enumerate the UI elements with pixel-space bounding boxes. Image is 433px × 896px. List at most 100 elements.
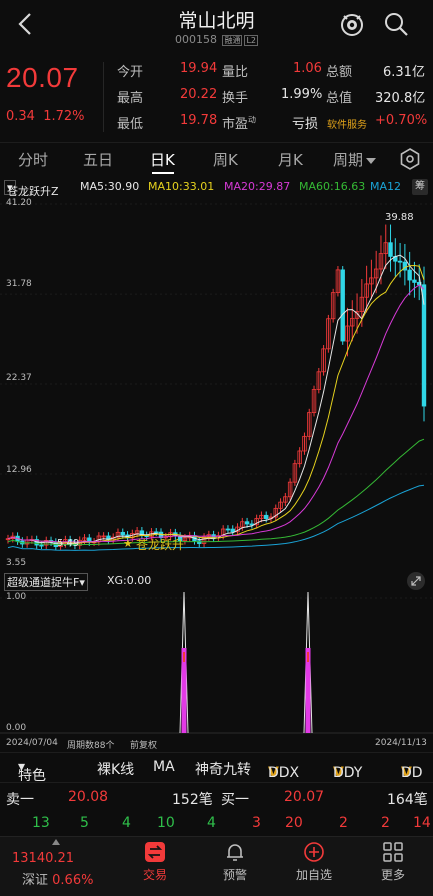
high-value: 20.22: [180, 87, 218, 102]
chevron-down-icon: [366, 157, 377, 164]
chevron-up-icon[interactable]: [52, 839, 60, 845]
nav-add-watchlist[interactable]: 加自选: [284, 841, 344, 883]
tool-ma[interactable]: MA: [153, 759, 175, 775]
tool-featured[interactable]: 特色 ▾: [18, 759, 46, 782]
y-label-3: 22.37: [6, 373, 32, 383]
amount-value: 6.31亿: [383, 65, 425, 80]
indicator-selector[interactable]: 苍龙跃升Z ▾: [4, 180, 59, 196]
tab-five-day[interactable]: 五日: [83, 149, 113, 170]
candle-body: [388, 242, 393, 257]
amount-label: 总额: [326, 65, 353, 80]
sub-y-top: 1.00: [6, 592, 27, 602]
candle-body: [397, 260, 403, 263]
open-value: 19.94: [180, 61, 218, 76]
stock-code: 000158: [174, 33, 217, 46]
nav-trade[interactable]: 交易: [125, 841, 185, 883]
tool-magic-nine[interactable]: 神奇九转: [195, 759, 251, 779]
index-value[interactable]: 13140.21: [12, 851, 74, 866]
sub-indicator-canvas: [0, 591, 433, 734]
tick-count: 4: [122, 815, 131, 831]
sell1-label: 卖一: [6, 792, 34, 808]
nav-alert[interactable]: 预警: [205, 841, 265, 883]
sector-change: +0.70%: [375, 113, 428, 128]
add-circle-icon: [304, 842, 324, 862]
candle-body: [264, 514, 269, 519]
period-tabs: 分时 五日 日K 周K 月K 周期: [0, 142, 433, 174]
volume-ratio-value: 1.06: [293, 61, 322, 76]
tick-count: 10: [157, 815, 175, 831]
order-book: 卖一 20.08 152笔 买一 20.07 164笔 13 5 4 10 4 …: [0, 782, 433, 834]
tab-intraday[interactable]: 分时: [18, 149, 48, 170]
grid-icon: [383, 842, 403, 862]
sector-label[interactable]: 软件服务: [327, 116, 367, 131]
index-line[interactable]: 深证 0.66%: [22, 869, 93, 888]
sub-indicator-value: XG:0.00: [107, 574, 152, 587]
buy1-qty: 164笔: [387, 792, 428, 808]
high-label: 最高: [117, 91, 144, 106]
tab-daily-k[interactable]: 日K: [150, 149, 175, 170]
low-value: 19.78: [180, 113, 218, 128]
stock-name: 常山北明: [178, 10, 255, 32]
stock-code-line: 000158 融通 L2: [0, 33, 433, 46]
kline-canvas: [0, 203, 433, 551]
loss-label: 亏损: [292, 117, 319, 132]
tab-weekly-k[interactable]: 周K: [213, 149, 238, 170]
volume-ratio-label: 量比: [222, 65, 249, 80]
sub-y-bottom: 0.00: [6, 723, 27, 733]
sell1-qty: 152笔: [172, 792, 213, 808]
header: 常山北明 000158 融通 L2: [0, 0, 433, 52]
tick-count: 2: [339, 815, 348, 831]
candle-body: [154, 531, 159, 534]
tick-count: 2: [381, 815, 390, 831]
bottom-nav: 13140.21 深证 0.66% 交易 预警 加自选 更多: [0, 836, 433, 896]
turnover-value: 1.99%: [281, 87, 323, 102]
tab-monthly-k[interactable]: 月K: [278, 149, 303, 170]
tick-count: 5: [80, 815, 89, 831]
candle-body: [230, 528, 235, 533]
quote-panel: 20.07 0.34 1.72% 今开 19.94 最高 20.22 最低 19…: [0, 56, 433, 138]
axis-end-date: 2024/11/13: [375, 738, 427, 748]
sub-indicator-bar: 超级通道捉牛F▾ XG:0.00: [0, 570, 433, 591]
candle-body: [407, 269, 412, 281]
tool-naked-k[interactable]: 裸K线: [97, 759, 134, 779]
buy1-label: 买一: [221, 792, 249, 808]
bell-icon: [227, 844, 243, 861]
sub-indicator-selector[interactable]: 超级通道捉牛F▾: [4, 573, 88, 591]
candle-body: [244, 521, 250, 525]
axis-adjust-mode: 前复权: [130, 741, 158, 751]
tab-period-dropdown[interactable]: 周期: [333, 149, 377, 170]
tick-count: 14: [413, 815, 431, 831]
axis-start-date: 2024/07/04: [6, 738, 58, 748]
last-price: 20.07: [6, 62, 79, 93]
low-label: 最低: [117, 117, 144, 132]
market-cap-value: 320.8亿: [375, 91, 426, 106]
tick-count: 4: [207, 815, 216, 831]
sell1-price: 20.08: [68, 789, 109, 805]
ma20-value: MA20:29.87: [224, 180, 291, 193]
signal-label: 苍龙跃升: [136, 538, 185, 552]
margin-tag: 融通: [222, 35, 243, 46]
high-price-marker: 39.88: [385, 212, 414, 223]
expand-icon[interactable]: [407, 572, 425, 590]
ma-legend-bar: 苍龙跃升Z ▾ MA5:30.90 MA10:33.01 MA20:29.87 M…: [0, 178, 433, 196]
ma5-value: MA5:30.90: [80, 180, 140, 193]
ma60-value: MA60:16.63: [299, 180, 366, 193]
price-change: 0.34 1.72%: [6, 109, 85, 124]
indicator-toolbar: 特色 ▾ 裸K线 MA 神奇九转 V DDX V DDY V DD: [0, 752, 433, 782]
sub-indicator-chart[interactable]: 1.00 0.00: [0, 590, 433, 740]
chip-distribution-button[interactable]: 筹: [412, 179, 428, 195]
candlestick-chart[interactable]: 41.20 31.78 22.37 12.96 3.55 39.88 5.49 …: [0, 196, 433, 570]
signal-star-icon: ★: [123, 537, 133, 550]
open-label: 今开: [117, 65, 144, 80]
tick-count: 13: [32, 815, 50, 831]
active-tab-underline: [152, 172, 174, 174]
candle-body: [412, 279, 417, 283]
nav-more[interactable]: 更多: [363, 841, 423, 883]
signal-mark: [307, 652, 309, 662]
y-label-2: 31.78: [6, 279, 32, 289]
level2-tag: L2: [244, 35, 259, 46]
settings-icon[interactable]: [399, 148, 421, 170]
candle-body: [120, 531, 125, 536]
search-icon[interactable]: [382, 10, 410, 38]
assistant-robot-icon[interactable]: [338, 10, 366, 38]
